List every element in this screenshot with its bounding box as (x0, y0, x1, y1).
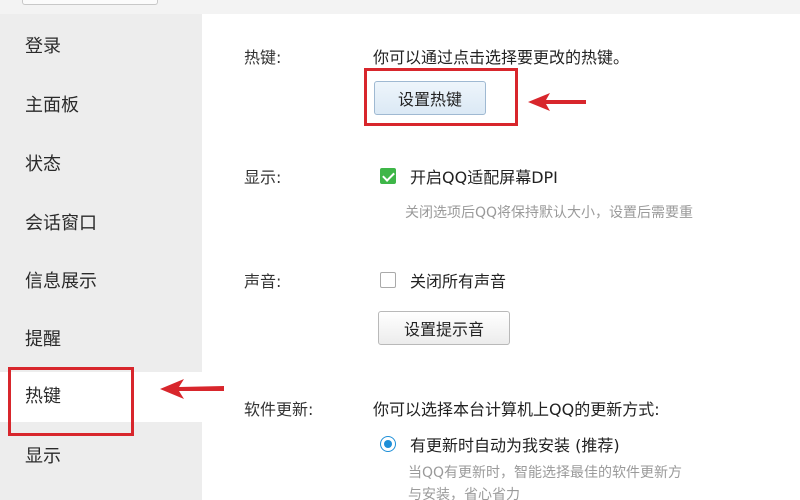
settings-sidebar: 登录 主面板 状态 会话窗口 信息展示 提醒 热键 显示 (0, 14, 202, 500)
dpi-hint-text: 关闭选项后QQ将保持默认大小，设置后需要重 (405, 205, 694, 221)
sound-label: 声音: (244, 272, 282, 291)
top-control-stub[interactable] (22, 0, 158, 5)
dpi-adapt-checkbox-label: 开启QQ适配屏幕DPI (410, 168, 558, 187)
dpi-adapt-checkbox[interactable]: 开启QQ适配屏幕DPI (380, 164, 558, 188)
mute-all-checkbox-label: 关闭所有声音 (410, 272, 507, 291)
sidebar-item-display[interactable]: 显示 (0, 432, 202, 482)
display-label: 显示: (244, 168, 282, 187)
radio-selected-icon (380, 436, 396, 452)
auto-install-radio-label: 有更新时自动为我安装 (推荐) (410, 436, 620, 455)
sidebar-item-login[interactable]: 登录 (0, 22, 202, 72)
sidebar-item-status[interactable]: 状态 (0, 140, 202, 190)
auto-install-radio[interactable]: 有更新时自动为我安装 (推荐) (380, 432, 620, 456)
set-hotkey-button[interactable]: 设置热键 (374, 81, 486, 115)
sidebar-item-main-panel[interactable]: 主面板 (0, 81, 202, 131)
set-alert-sound-button[interactable]: 设置提示音 (378, 311, 510, 345)
update-label: 软件更新: (244, 400, 314, 419)
checkbox-checked-icon (380, 168, 396, 184)
settings-content: 热键: 你可以通过点击选择要更改的热键。 设置热键 显示: 开启QQ适配屏幕DP… (202, 14, 800, 500)
window-top-bar (0, 0, 800, 14)
mute-all-checkbox[interactable]: 关闭所有声音 (380, 268, 506, 292)
hotkey-label: 热键: (244, 48, 282, 67)
sidebar-item-reminders[interactable]: 提醒 (0, 315, 202, 365)
update-description: 你可以选择本台计算机上QQ的更新方式: (373, 400, 660, 419)
sidebar-item-hotkeys[interactable]: 热键 (0, 372, 202, 422)
update-hint-line-2: 与安装，省心省力 (408, 487, 520, 500)
hotkey-description: 你可以通过点击选择要更改的热键。 (373, 48, 630, 67)
sidebar-item-chat-window[interactable]: 会话窗口 (0, 199, 202, 249)
update-hint-line-1: 当QQ有更新时，智能选择最佳的软件更新方 (408, 465, 683, 481)
checkbox-unchecked-icon (380, 272, 396, 288)
sidebar-item-info-display[interactable]: 信息展示 (0, 257, 202, 307)
